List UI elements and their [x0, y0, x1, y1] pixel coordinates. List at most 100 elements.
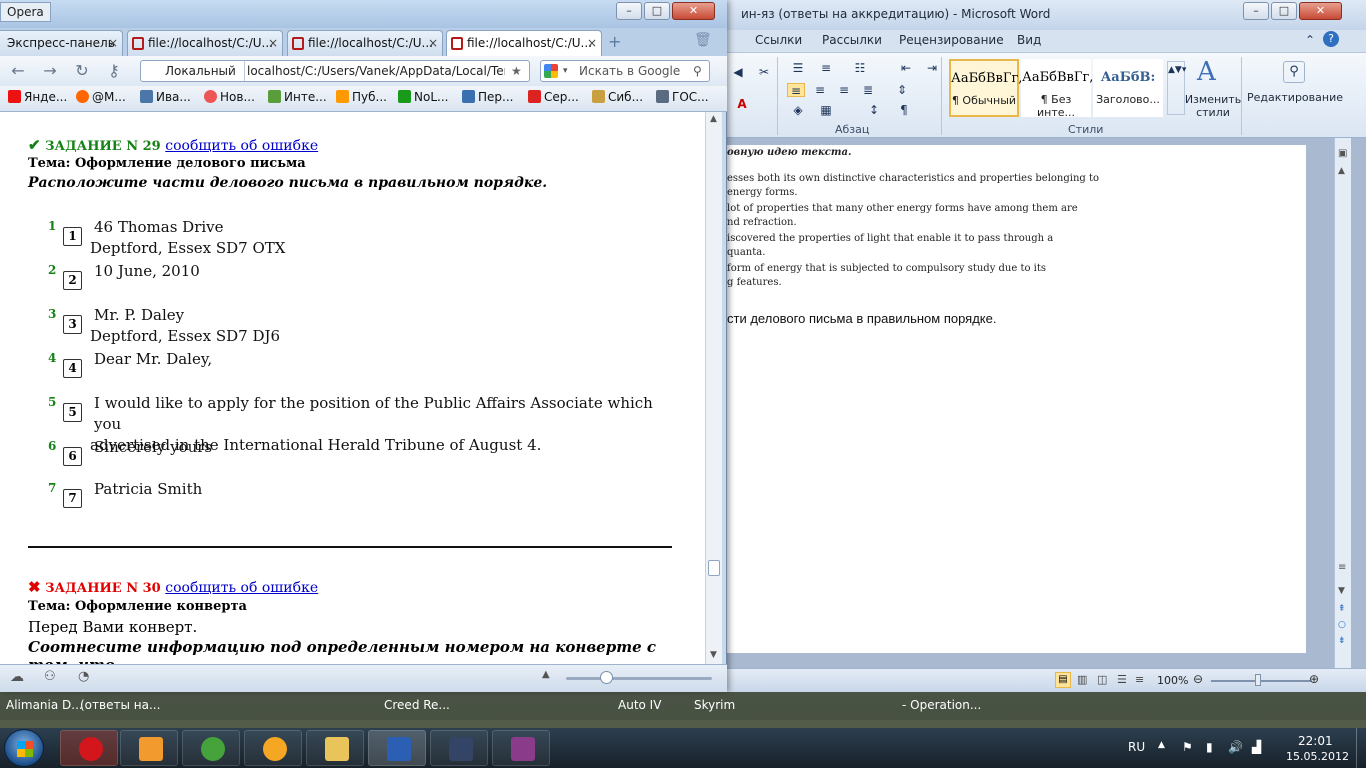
line-spacing-icon[interactable]: ⇕ [893, 83, 911, 97]
zoom-level[interactable]: 100% [1157, 674, 1188, 687]
key-icon[interactable]: ⚷ [104, 61, 124, 81]
next-page-icon[interactable]: ⇟ [1338, 636, 1346, 646]
prev-page-icon[interactable]: ⇞ [1338, 604, 1346, 614]
scroll-down-icon[interactable]: ▼ [710, 650, 717, 660]
taskbar-label[interactable]: Alimania D... [6, 698, 83, 712]
close-tab-icon[interactable]: × [268, 31, 278, 55]
close-tab-icon[interactable]: × [108, 31, 118, 55]
bookmark-item[interactable]: NoL... [398, 90, 448, 104]
search-icon[interactable]: ⚲ [693, 61, 702, 81]
align-left-icon[interactable]: ≡ [787, 83, 805, 98]
maximize-button[interactable]: □ [1271, 2, 1297, 20]
taskbar-label[interactable]: Creed Re... [384, 698, 450, 712]
taskbar-opera[interactable] [60, 730, 118, 766]
url-text[interactable]: localhost/C:/Users/Vanek/AppData/Local/T… [247, 61, 505, 81]
back-icon[interactable]: ← [8, 61, 28, 81]
start-button[interactable] [4, 729, 44, 767]
scroll-thumb[interactable]: ≡ [1338, 562, 1346, 573]
tab-file-active[interactable]: file://localhost/C:/U... × [446, 30, 602, 56]
tab-file[interactable]: file://localhost/C:/U... × [287, 30, 443, 56]
cloud-icon[interactable]: ☁ [10, 669, 24, 685]
speedometer-icon[interactable]: ◔ [78, 669, 89, 684]
editing-label[interactable]: Редактирование [1247, 91, 1343, 104]
scroll-thumb[interactable] [708, 560, 720, 576]
order-box[interactable]: 4 [63, 359, 82, 378]
help-icon[interactable]: ? [1323, 31, 1339, 47]
bookmark-item[interactable]: Нов... [204, 90, 255, 104]
close-tab-icon[interactable]: × [428, 31, 438, 55]
change-styles-label[interactable]: Изменить стили [1183, 93, 1243, 119]
bookmark-item[interactable]: Ива... [140, 90, 191, 104]
ruler-toggle-icon[interactable]: ▣ [1338, 148, 1347, 159]
bookmark-item[interactable]: @M... [76, 90, 126, 104]
flag-icon[interactable]: ⚑ [1182, 740, 1193, 754]
scroll-up-icon[interactable]: ▲ [1338, 166, 1345, 176]
taskbar-media-player[interactable] [120, 730, 178, 766]
align-right-icon[interactable]: ≡ [835, 83, 853, 97]
zoom-slider-thumb[interactable] [600, 671, 613, 684]
bookmark-item[interactable]: Пер... [462, 90, 513, 104]
bullets-icon[interactable]: ☰ [789, 61, 807, 75]
shading-icon[interactable]: ◈ [789, 103, 807, 117]
zoom-slider[interactable] [566, 677, 712, 680]
taskbar-label[interactable]: (ответы на... [80, 698, 160, 712]
bookmark-star-icon[interactable]: ★ [511, 61, 522, 81]
view-toggle-icon[interactable]: ▲ [542, 669, 550, 680]
opera-menu-button[interactable]: Opera [0, 2, 51, 22]
order-box[interactable]: 6 [63, 447, 82, 466]
minimize-button[interactable]: – [1243, 2, 1269, 20]
numbering-icon[interactable]: ≡ [817, 61, 835, 75]
google-icon[interactable] [544, 64, 558, 78]
find-icon[interactable]: ⚲ [1283, 61, 1305, 83]
close-button[interactable]: ✕ [1299, 2, 1342, 20]
bookmark-item[interactable]: Пуб... [336, 90, 387, 104]
multilevel-list-icon[interactable]: ☷ [851, 61, 869, 75]
bookmark-item[interactable]: ГОС... [656, 90, 709, 104]
justify-icon[interactable]: ≣ [859, 83, 877, 97]
forward-icon[interactable]: → [40, 61, 60, 81]
language-indicator[interactable]: RU [1128, 740, 1145, 754]
taskbar-explorer[interactable] [306, 730, 364, 766]
taskbar-label[interactable]: Auto IV [618, 698, 661, 712]
full-screen-icon[interactable]: ▥ [1077, 673, 1087, 686]
bookmark-item[interactable]: Инте... [268, 90, 327, 104]
power-icon[interactable]: ▮ [1206, 740, 1213, 754]
order-box[interactable]: 3 [63, 315, 82, 334]
close-button[interactable]: ✕ [672, 2, 715, 20]
outline-icon[interactable]: ☰ [1117, 673, 1127, 686]
increase-indent-icon[interactable]: ⇥ [923, 61, 941, 75]
share-icon[interactable]: ⚇ [44, 669, 56, 684]
taskbar-label[interactable]: - Operation... [902, 698, 981, 712]
order-box[interactable]: 7 [63, 489, 82, 508]
bookmark-item[interactable]: Сер... [528, 90, 579, 104]
change-styles-icon[interactable]: A [1197, 57, 1216, 87]
tab-mailings[interactable]: Рассылки [822, 33, 882, 47]
zoom-slider-thumb[interactable] [1255, 674, 1261, 686]
tab-file[interactable]: file://localhost/C:/U... × [127, 30, 283, 56]
network-icon[interactable]: ▟ [1252, 740, 1261, 754]
align-center-icon[interactable]: ≡ [811, 83, 829, 97]
document-page[interactable]: овную идею текста. esses both its own di… [727, 145, 1306, 653]
word-vertical-scrollbar[interactable]: ▣ ▲ ≡ ▼ ⇞ ○ ⇟ [1334, 138, 1351, 668]
browse-object-icon[interactable]: ○ [1338, 620, 1346, 630]
zoom-out-icon[interactable]: ⊖ [1193, 672, 1203, 686]
taskbar-utorrent[interactable] [182, 730, 240, 766]
style-normal[interactable]: АаБбВвГг, ¶ Обычный [949, 59, 1022, 117]
reload-icon[interactable]: ↻ [72, 61, 92, 81]
volume-icon[interactable]: 🔊 [1228, 740, 1243, 754]
minimize-ribbon-icon[interactable]: ⌃ [1305, 33, 1315, 47]
taskbar-app[interactable] [244, 730, 302, 766]
bookmark-item[interactable]: Янде... [8, 90, 67, 104]
order-box[interactable]: 1 [63, 227, 82, 246]
show-hidden-icons[interactable]: ▲ [1158, 740, 1165, 750]
scroll-up-icon[interactable]: ▲ [710, 114, 717, 124]
decrease-indent-icon[interactable]: ⇤ [897, 61, 915, 75]
new-tab-icon[interactable]: + [608, 32, 621, 51]
address-bar[interactable]: Локальный localhost/C:/Users/Vanek/AppDa… [140, 60, 530, 82]
indent-icon[interactable]: ◀ [729, 65, 747, 79]
zoom-in-icon[interactable]: ⊕ [1309, 672, 1319, 686]
maximize-button[interactable]: □ [644, 2, 670, 20]
order-box[interactable]: 5 [63, 403, 82, 422]
sort-icon[interactable]: ↕ [865, 103, 883, 117]
taskbar-word[interactable] [368, 730, 426, 766]
